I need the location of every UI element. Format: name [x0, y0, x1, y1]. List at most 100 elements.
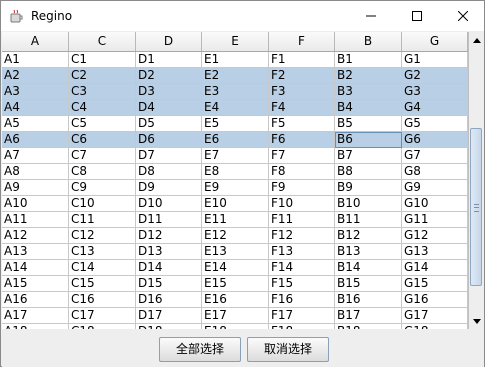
- table-row[interactable]: A17 C17 D17 E17 F17 B17 G17: [2, 308, 468, 324]
- table-cell[interactable]: D4: [136, 100, 202, 116]
- table-cell[interactable]: E18: [202, 324, 269, 329]
- table-cell[interactable]: F6: [269, 132, 335, 148]
- table-cell[interactable]: F14: [269, 260, 335, 276]
- table-cell[interactable]: G18: [402, 324, 468, 329]
- table-cell[interactable]: C11: [69, 212, 136, 228]
- table-cell[interactable]: G13: [402, 244, 468, 260]
- maximize-button[interactable]: [394, 1, 440, 31]
- table-cell[interactable]: G12: [402, 228, 468, 244]
- table-cell[interactable]: B13: [335, 244, 402, 260]
- table-row[interactable]: A12 C12 D12 E12 F12 B12 G12: [2, 228, 468, 244]
- column-header[interactable]: A: [2, 32, 69, 51]
- table-cell[interactable]: B8: [335, 164, 402, 180]
- table-cell[interactable]: F11: [269, 212, 335, 228]
- table-cell[interactable]: F9: [269, 180, 335, 196]
- table-cell[interactable]: F12: [269, 228, 335, 244]
- table-row[interactable]: A11 C11 D11 E11 F11 B11 G11: [2, 212, 468, 228]
- table-row[interactable]: A15 C15 D15 E15 F15 B15 G15: [2, 276, 468, 292]
- table-row[interactable]: A4 C4 D4 E4 F4 B4 G4: [2, 100, 468, 116]
- table-row[interactable]: A3 C3 D3 E3 F3 B3 G3: [2, 84, 468, 100]
- table-cell[interactable]: A14: [2, 260, 69, 276]
- table-cell[interactable]: C13: [69, 244, 136, 260]
- table-cell[interactable]: C2: [69, 68, 136, 84]
- table-row[interactable]: A2 C2 D2 E2 F2 B2 G2: [2, 68, 468, 84]
- table-cell[interactable]: D9: [136, 180, 202, 196]
- table-cell[interactable]: G5: [402, 116, 468, 132]
- minimize-button[interactable]: [348, 1, 394, 31]
- table-cell[interactable]: F4: [269, 100, 335, 116]
- table-cell[interactable]: B9: [335, 180, 402, 196]
- table-cell[interactable]: B16: [335, 292, 402, 308]
- table-cell[interactable]: A1: [2, 52, 69, 68]
- table-row[interactable]: A8 C8 D8 E8 F8 B8 G8: [2, 164, 468, 180]
- table-cell[interactable]: F13: [269, 244, 335, 260]
- table-cell[interactable]: G2: [402, 68, 468, 84]
- table-cell[interactable]: E2: [202, 68, 269, 84]
- table-cell[interactable]: A15: [2, 276, 69, 292]
- table-cell[interactable]: D7: [136, 148, 202, 164]
- table-cell[interactable]: G6: [402, 132, 468, 148]
- column-header[interactable]: E: [202, 32, 269, 51]
- table-cell[interactable]: E4: [202, 100, 269, 116]
- table-cell[interactable]: D11: [136, 212, 202, 228]
- table-cell[interactable]: F18: [269, 324, 335, 329]
- table-row[interactable]: A7 C7 D7 E7 F7 B7 G7: [2, 148, 468, 164]
- table-cell[interactable]: F8: [269, 164, 335, 180]
- table-cell[interactable]: D17: [136, 308, 202, 324]
- table-cell[interactable]: A12: [2, 228, 69, 244]
- table-cell[interactable]: C6: [69, 132, 136, 148]
- table-cell[interactable]: E14: [202, 260, 269, 276]
- cancel-selection-button[interactable]: 取消选择: [247, 337, 329, 362]
- table-row[interactable]: A5 C5 D5 E5 F5 B5 G5: [2, 116, 468, 132]
- table-cell[interactable]: G10: [402, 196, 468, 212]
- table-cell[interactable]: A5: [2, 116, 69, 132]
- table-cell[interactable]: B17: [335, 308, 402, 324]
- table-cell[interactable]: D2: [136, 68, 202, 84]
- table-cell[interactable]: B15: [335, 276, 402, 292]
- table-cell[interactable]: A9: [2, 180, 69, 196]
- data-table[interactable]: ACDEFBG A1 C1 D1 E1 F1 B1 G1 A2 C2 D2 E2 F2 B2 G2 A3 C3…: [2, 32, 469, 329]
- table-cell[interactable]: B5: [335, 116, 402, 132]
- table-row[interactable]: A13 C13 D13 E13 F13 B13 G13: [2, 244, 468, 260]
- table-cell[interactable]: F2: [269, 68, 335, 84]
- column-header[interactable]: C: [69, 32, 136, 51]
- scroll-thumb[interactable]: [470, 128, 482, 286]
- table-cell[interactable]: G14: [402, 260, 468, 276]
- table-cell[interactable]: E16: [202, 292, 269, 308]
- table-cell[interactable]: B12: [335, 228, 402, 244]
- table-cell[interactable]: G9: [402, 180, 468, 196]
- table-cell[interactable]: G4: [402, 100, 468, 116]
- table-cell[interactable]: E5: [202, 116, 269, 132]
- table-cell[interactable]: F17: [269, 308, 335, 324]
- table-cell[interactable]: F16: [269, 292, 335, 308]
- table-cell[interactable]: B1: [335, 52, 402, 68]
- table-cell[interactable]: A6: [2, 132, 69, 148]
- table-cell[interactable]: E1: [202, 52, 269, 68]
- table-cell[interactable]: E17: [202, 308, 269, 324]
- table-row[interactable]: A14 C14 D14 E14 F14 B14 G14: [2, 260, 468, 276]
- table-cell[interactable]: D13: [136, 244, 202, 260]
- table-cell[interactable]: B14: [335, 260, 402, 276]
- table-row[interactable]: A1 C1 D1 E1 F1 B1 G1: [2, 52, 468, 68]
- table-cell[interactable]: D6: [136, 132, 202, 148]
- table-cell[interactable]: C17: [69, 308, 136, 324]
- table-cell[interactable]: D8: [136, 164, 202, 180]
- vertical-scrollbar[interactable]: [468, 32, 484, 329]
- table-cell[interactable]: A2: [2, 68, 69, 84]
- title-bar[interactable]: Regino: [1, 1, 484, 31]
- scroll-up-button[interactable]: [469, 32, 484, 48]
- column-header[interactable]: D: [136, 32, 202, 51]
- column-header[interactable]: B: [335, 32, 402, 51]
- table-cell[interactable]: D10: [136, 196, 202, 212]
- table-cell[interactable]: D18: [136, 324, 202, 329]
- scroll-down-button[interactable]: [469, 313, 484, 329]
- table-cell[interactable]: C15: [69, 276, 136, 292]
- table-cell[interactable]: B6: [335, 132, 402, 148]
- table-cell[interactable]: C16: [69, 292, 136, 308]
- table-cell[interactable]: E13: [202, 244, 269, 260]
- table-cell[interactable]: A13: [2, 244, 69, 260]
- close-button[interactable]: [440, 1, 486, 31]
- table-cell[interactable]: F3: [269, 84, 335, 100]
- table-cell[interactable]: B11: [335, 212, 402, 228]
- table-cell[interactable]: D12: [136, 228, 202, 244]
